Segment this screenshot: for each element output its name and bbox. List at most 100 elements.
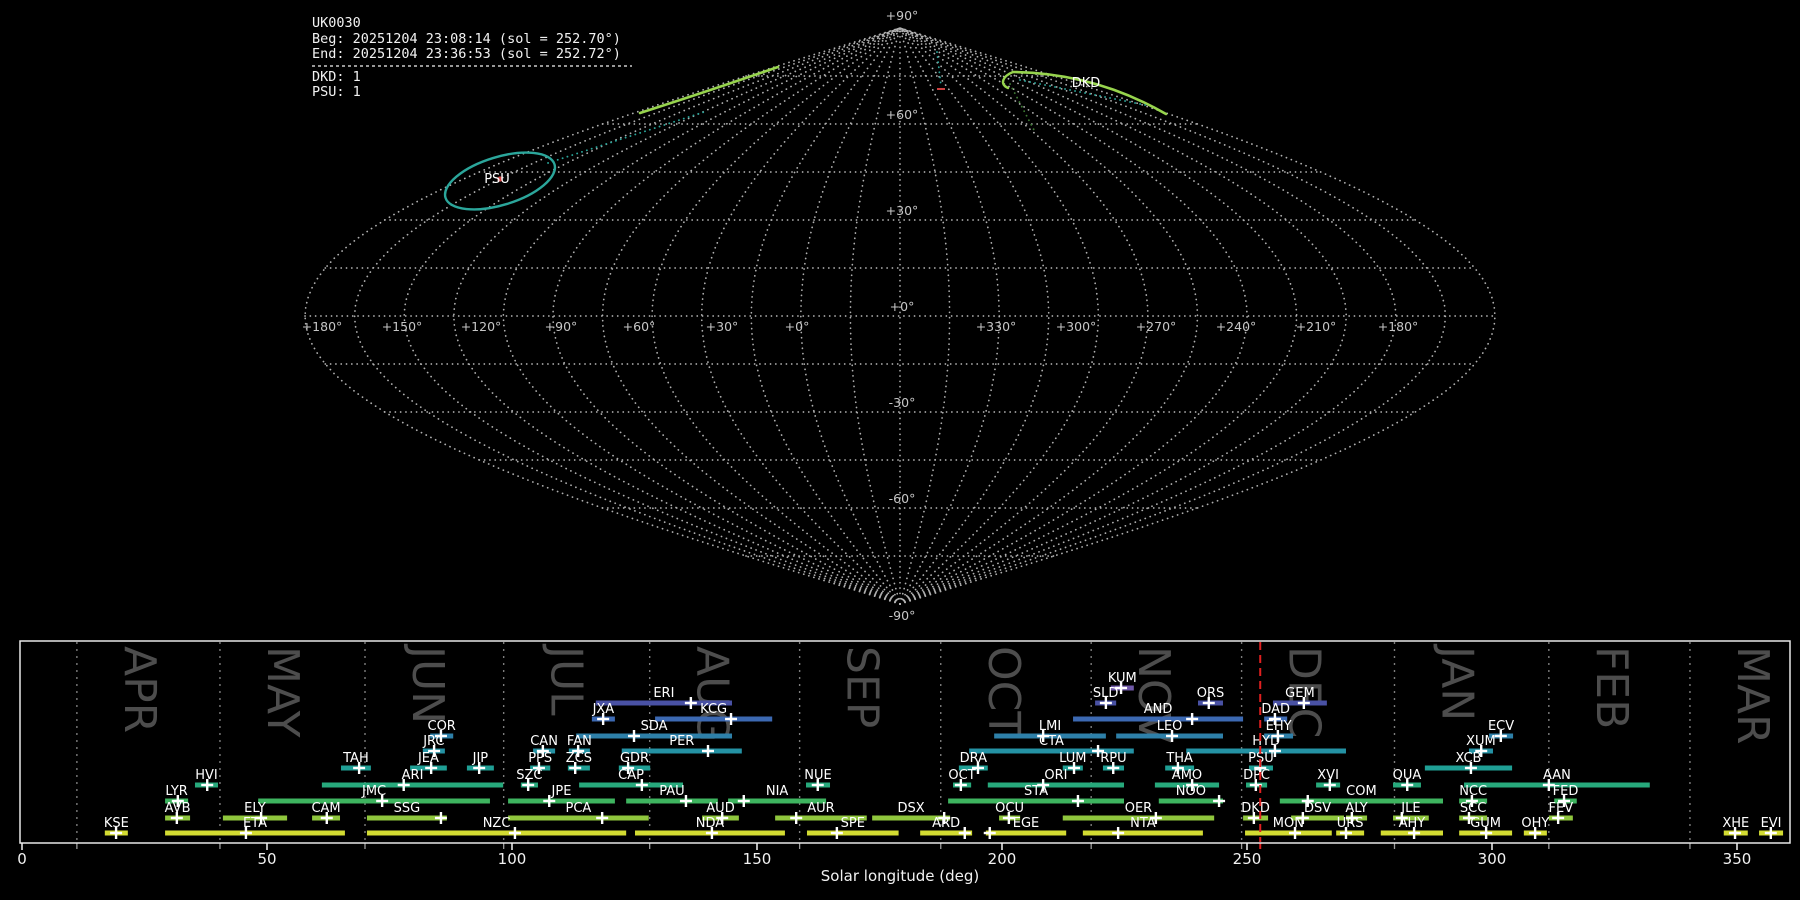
map-longitude-label: +240°	[1216, 319, 1257, 334]
shower-label-SDA: SDA	[641, 719, 668, 734]
shower-label-ERI: ERI	[653, 686, 674, 701]
map-longitude-label: +300°	[1056, 319, 1097, 334]
month-label: JAN	[1431, 643, 1482, 721]
shower-label-PAU: PAU	[659, 784, 684, 799]
shower-bar-SPE	[806, 830, 899, 836]
radiant-map-app: +90° +60° +30° +0° -30° -60° -90° +180° +150° +12…	[0, 0, 1800, 900]
shower-label-SZC: SZC	[516, 768, 542, 783]
dkd-arc-label: DKD	[1072, 76, 1101, 91]
map-longitude-label: +90°	[545, 319, 578, 334]
psu-trail	[547, 111, 705, 164]
shower-label-PPS: PPS	[528, 751, 552, 766]
x-axis-tick-label: 350	[1723, 850, 1752, 868]
map-meridian-line	[552, 27, 901, 605]
shower-label-LUM: LUM	[1059, 751, 1086, 766]
shower-label-KCG: KCG	[700, 702, 727, 717]
shower-label-JEA: JEA	[417, 751, 439, 766]
map-longitude-label: +210°	[1296, 319, 1337, 334]
shower-label-URS: URS	[1337, 816, 1364, 831]
shower-label-ARI: ARI	[402, 768, 424, 783]
count-dkd: DKD: 1	[312, 69, 361, 85]
map-longitude-label: +180°	[302, 319, 343, 334]
shower-bar-PCA	[508, 815, 649, 821]
month-label: OCT	[978, 646, 1029, 738]
x-axis-title: Solar longitude (deg)	[821, 867, 979, 885]
shower-label-MON: MON	[1273, 816, 1304, 831]
month-label: APR	[114, 646, 165, 733]
shower-label-ZCS: ZCS	[566, 751, 592, 766]
month-label: FEB	[1586, 646, 1637, 729]
shower-label-AMO: AMO	[1172, 768, 1202, 783]
month-label: MAY	[257, 646, 308, 738]
shower-label-OCT: OCT	[948, 768, 975, 783]
shower-label-AUR: AUR	[807, 801, 834, 816]
map-latitude-label: -30°	[889, 395, 916, 410]
map-latitude-label: +30°	[886, 203, 919, 218]
map-latitude-label: +0°	[890, 299, 915, 314]
begin-time: Beg: 20251204 23:08:14 (sol = 252.70°)	[312, 31, 621, 47]
map-meridian-line	[353, 27, 901, 605]
shower-label-JPE: JPE	[551, 784, 572, 799]
shower-label-DRA: DRA	[960, 751, 988, 766]
shower-bar-NTA	[1082, 830, 1203, 836]
shower-label-DSX: DSX	[898, 801, 925, 816]
dkd-arc-hook	[1001, 70, 1015, 90]
x-axis-tick-label: 100	[498, 850, 527, 868]
shower-label-NIA: NIA	[766, 784, 789, 799]
shower-bar-ETA	[165, 830, 345, 836]
shower-label-NDA: NDA	[696, 816, 725, 831]
map-longitude-label: +150°	[382, 319, 423, 334]
observation-header: UK0030 Beg: 20251204 23:08:14 (sol = 252…	[312, 15, 632, 100]
shower-bar-STA	[948, 798, 1125, 804]
shower-label-FEV: FEV	[1549, 801, 1574, 816]
map-latitude-label: +90°	[886, 8, 919, 23]
shower-label-AUD: AUD	[706, 801, 734, 816]
map-longitude-label: +270°	[1136, 319, 1177, 334]
month-label: JUN	[402, 643, 453, 724]
shower-label-LYR: LYR	[165, 784, 188, 799]
month-label: JUL	[541, 643, 592, 716]
west-arc	[638, 65, 780, 115]
shower-label-TAH: TAH	[342, 751, 369, 766]
shower-bar-ORI	[987, 782, 1125, 788]
shower-label-COM: COM	[1346, 784, 1377, 799]
shower-label-XCB: XCB	[1455, 751, 1481, 766]
psu-ellipse-label: PSU	[484, 172, 510, 187]
shower-label-NCC: NCC	[1459, 784, 1487, 799]
shower-label-CAP: CAP	[618, 768, 644, 783]
x-axis-tick-label: 300	[1478, 850, 1507, 868]
map-longitude-label: +180°	[1378, 319, 1419, 334]
map-longitude-label: +60°	[623, 319, 656, 334]
shower-label-JLE: JLE	[1400, 801, 1420, 816]
end-time: End: 20251204 23:36:53 (sol = 252.72°)	[312, 46, 621, 62]
shower-label-AND: AND	[1144, 702, 1173, 717]
shower-label-ORI: ORI	[1044, 768, 1067, 783]
shower-bar-MON	[1245, 830, 1332, 836]
activity-timeline: APR MAY JUN JUL AUG SEP OCT NOV DEC JAN FEB MARKUME…	[17, 640, 1791, 868]
month-label: SEP	[837, 646, 888, 728]
map-longitude-label: +0°	[785, 319, 810, 334]
shower-label-STA: STA	[1024, 784, 1048, 799]
map-latitude-label: +60°	[886, 107, 919, 122]
shower-label-SPE: SPE	[841, 816, 865, 831]
map-longitude-label: +30°	[706, 319, 739, 334]
shower-bar-PAU	[626, 798, 718, 804]
shower-label-THA: THA	[1165, 751, 1193, 766]
map-latitude-label: -90°	[889, 608, 916, 623]
map-longitude-label: +330°	[976, 319, 1017, 334]
shower-label-SSG: SSG	[394, 801, 421, 816]
shower-label-ALY: ALY	[1345, 801, 1367, 816]
shower-label-XVI: XVI	[1317, 768, 1339, 783]
shower-label-FAN: FAN	[567, 734, 592, 749]
shower-bar-EGE	[985, 830, 1067, 836]
shower-label-FED: FED	[1553, 784, 1579, 799]
shower-label-EGE: EGE	[1013, 816, 1040, 831]
shower-label-ARD: ARD	[932, 816, 960, 831]
month-label: MAR	[1727, 646, 1778, 745]
station-id: UK0030	[312, 15, 361, 31]
radiant-map-scene: +90° +60° +30° +0° -30° -60° -90° +180° +150° +12…	[17, 8, 1791, 885]
x-axis-tick-label: 150	[743, 850, 772, 868]
map-latitude-label: -60°	[889, 491, 916, 506]
shower-bar-JMC	[258, 798, 490, 804]
shower-bar-ARI	[321, 782, 504, 788]
